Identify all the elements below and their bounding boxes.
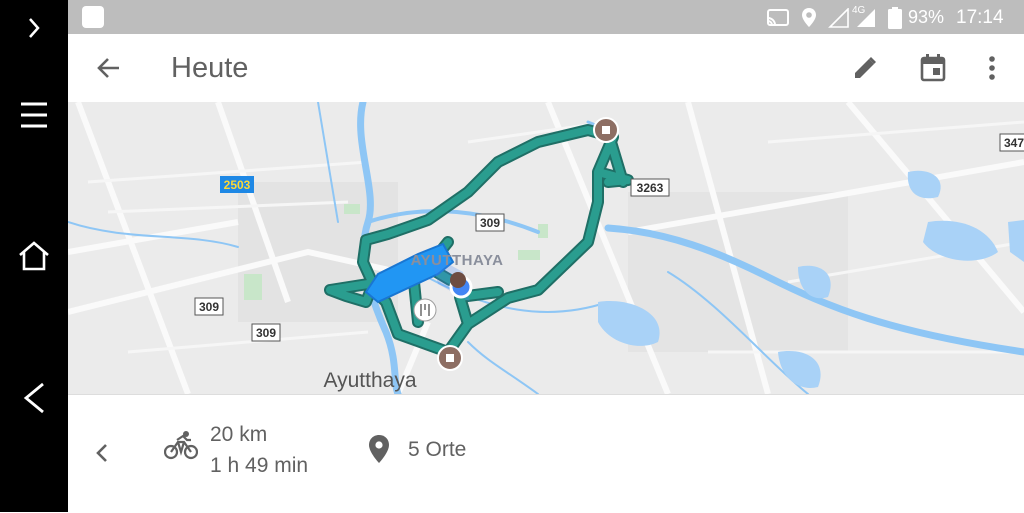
signal-empty-icon xyxy=(828,8,849,28)
notification-icon xyxy=(82,6,104,28)
system-nav-bar xyxy=(0,0,68,512)
place-marker[interactable] xyxy=(450,272,466,288)
svg-text:3263: 3263 xyxy=(637,181,664,195)
battery-percent: 93% xyxy=(908,7,945,27)
road-shield: 2503 xyxy=(220,176,254,193)
city-label: Ayutthaya xyxy=(323,369,416,392)
svg-text:309: 309 xyxy=(256,326,276,340)
svg-text:309: 309 xyxy=(199,300,219,314)
places-count: 5 Orte xyxy=(408,438,467,461)
chevron-left-icon[interactable] xyxy=(90,439,114,467)
battery-icon xyxy=(888,7,902,29)
signal-icon xyxy=(857,9,875,27)
chevron-right-icon[interactable] xyxy=(0,0,68,63)
back-icon[interactable] xyxy=(0,363,68,433)
place-marker[interactable] xyxy=(593,117,619,143)
arrow-left-icon[interactable] xyxy=(88,48,128,88)
road-shield: 3263 xyxy=(630,178,670,197)
road-shield: 347 xyxy=(999,133,1024,152)
restaurant-marker[interactable] xyxy=(413,298,437,322)
duration: 1 h 49 min xyxy=(210,454,309,477)
clock: 17:14 xyxy=(956,7,1004,28)
distance: 20 km xyxy=(210,423,268,446)
page-title: Heute xyxy=(171,52,249,84)
bicycle-icon xyxy=(164,431,198,460)
svg-text:347: 347 xyxy=(1004,136,1024,150)
summary-panel: 20 km 1 h 49 min 5 Orte xyxy=(68,394,1024,513)
map-canvas[interactable]: 2503 309 309 309 3263 347 AYUTTHAYA Ayut… xyxy=(68,102,1024,394)
place-marker[interactable] xyxy=(437,345,463,371)
road-shield: 309 xyxy=(194,297,224,316)
road-shield: 309 xyxy=(251,323,281,342)
location-icon xyxy=(802,8,816,27)
pencil-icon[interactable] xyxy=(845,48,885,88)
svg-text:2503: 2503 xyxy=(224,178,251,192)
calendar-icon[interactable] xyxy=(913,48,953,88)
city-label-upper: AYUTTHAYA xyxy=(411,252,504,269)
location-pin-icon xyxy=(369,435,389,463)
map-view[interactable]: 2503 309 309 309 3263 347 AYUTTHAYA Ayut… xyxy=(68,102,1024,394)
cast-icon xyxy=(767,9,789,26)
menu-icon[interactable] xyxy=(0,80,68,150)
more-vert-icon[interactable] xyxy=(972,48,1012,88)
road-shield: 309 xyxy=(475,213,505,232)
home-icon[interactable] xyxy=(0,221,68,291)
status-bar: 4G 93% 17:14 xyxy=(68,0,1024,34)
svg-text:309: 309 xyxy=(480,216,500,230)
app-bar: Heute xyxy=(68,34,1024,102)
